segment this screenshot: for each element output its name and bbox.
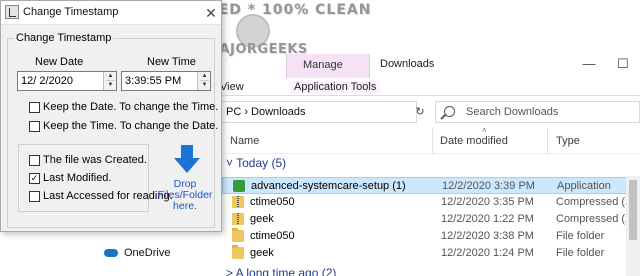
- keep-date-checkbox[interactable]: [29, 102, 40, 113]
- drop-zone[interactable]: Drop Files/Folder here.: [157, 144, 213, 212]
- time-picker[interactable]: 3:39:55 PM ▲ ▼: [121, 71, 211, 91]
- file-row[interactable]: geek 12/2/2020 1:22 PM Compressed (zipp.…: [222, 211, 640, 228]
- file-date: 12/2/2020 3:35 PM: [441, 196, 534, 208]
- address-bar[interactable]: PC › Downloads: [220, 101, 417, 123]
- file-type: File folder: [556, 247, 605, 259]
- keep-time-checkbox[interactable]: [29, 121, 40, 132]
- search-placeholder: Search Downloads: [466, 106, 559, 118]
- new-date-label: New Date: [35, 56, 84, 68]
- file-row[interactable]: geek 12/2/2020 1:24 PM File folder: [222, 245, 640, 262]
- file-name: ctime050: [250, 196, 295, 208]
- file-name: geek: [250, 247, 274, 259]
- window-title: Downloads: [380, 58, 435, 70]
- file-name: ctime050: [250, 230, 295, 242]
- drop-text-line: here.: [173, 200, 197, 212]
- spin-down-icon[interactable]: ▼: [200, 81, 209, 90]
- last-accessed-label[interactable]: Last Accessed for reading.: [43, 190, 173, 202]
- tab-manage[interactable]: Manage: [286, 54, 370, 78]
- down-arrow-icon: [174, 145, 200, 175]
- scrollbar-thumb[interactable]: [629, 180, 637, 240]
- date-picker[interactable]: 12/ 2/2020 ▲ ▼: [17, 71, 117, 91]
- file-type: Application: [557, 180, 611, 192]
- address-row: PC › Downloads ↻ Search Downloads: [220, 98, 640, 126]
- refresh-icon[interactable]: ↻: [410, 101, 430, 123]
- drop-zone-label: Drop Files/Folder here.: [157, 179, 213, 212]
- onedrive-cloud-icon: [104, 249, 118, 257]
- created-label[interactable]: The file was Created.: [43, 154, 147, 166]
- keep-time-label[interactable]: Keep the Time. To change the Date.: [43, 120, 218, 132]
- time-spinner[interactable]: ▲ ▼: [197, 72, 210, 90]
- folder-icon: [232, 228, 244, 242]
- time-value: 3:39:55 PM: [125, 75, 182, 87]
- dialog-titlebar: Change Timestamp ✕: [1, 1, 221, 25]
- file-date: 12/2/2020 1:22 PM: [441, 213, 534, 225]
- search-icon: [444, 106, 455, 117]
- file-date: 12/2/2020 3:38 PM: [441, 230, 534, 242]
- last-accessed-checkbox[interactable]: [29, 191, 40, 202]
- tab-application-tools[interactable]: Application Tools: [290, 81, 381, 93]
- change-timestamp-dialog: Change Timestamp ✕ Change Timestamp New …: [0, 0, 222, 232]
- file-row[interactable]: ctime050 12/2/2020 3:38 PM File folder: [222, 228, 640, 245]
- column-type[interactable]: Type: [556, 135, 580, 147]
- group-header-today[interactable]: ˅ Today (5): [226, 156, 286, 170]
- folder-icon: [232, 245, 244, 259]
- zip-icon: [232, 196, 244, 208]
- minimize-button[interactable]: —: [572, 50, 606, 78]
- ribbon-tabs: View Application Tools: [220, 78, 640, 96]
- file-row[interactable]: advanced-systemcare-setup (1) 12/2/2020 …: [222, 177, 640, 194]
- spin-up-icon[interactable]: ▲: [200, 72, 209, 81]
- keep-date-label[interactable]: Keep the Date. To change the Time.: [43, 101, 218, 113]
- group-header-long-ago[interactable]: ˃ A long time ago (2): [226, 266, 336, 276]
- nav-item-onedrive[interactable]: OneDrive: [124, 247, 170, 259]
- column-date-modified[interactable]: Date modified: [440, 135, 508, 147]
- application-icon: [233, 180, 245, 192]
- vertical-scrollbar[interactable]: [626, 176, 640, 276]
- column-header-row: Name ˄ Date modified Type: [220, 126, 640, 154]
- file-row[interactable]: ctime050 12/2/2020 3:35 PM Compressed (z…: [222, 194, 640, 211]
- date-value: 12/ 2/2020: [21, 75, 73, 87]
- last-modified-label[interactable]: Last Modified.: [43, 172, 111, 184]
- spin-down-icon[interactable]: ▼: [106, 81, 115, 90]
- tab-view[interactable]: View: [220, 81, 244, 93]
- file-type: File folder: [556, 230, 605, 242]
- column-divider[interactable]: [547, 128, 548, 154]
- zip-icon: [232, 213, 244, 225]
- file-name: geek: [250, 213, 274, 225]
- groupbox-label: Change Timestamp: [14, 32, 114, 44]
- app-icon: [5, 5, 19, 19]
- last-modified-checkbox[interactable]: ✓: [29, 173, 40, 184]
- maximize-button[interactable]: ☐: [606, 50, 640, 78]
- new-time-label: New Time: [147, 56, 196, 68]
- date-spinner[interactable]: ▲ ▼: [103, 72, 116, 90]
- sort-caret-icon: ˄: [482, 126, 487, 135]
- file-date: 12/2/2020 3:39 PM: [442, 180, 535, 192]
- close-icon[interactable]: ✕: [201, 3, 221, 23]
- spin-up-icon[interactable]: ▲: [106, 72, 115, 81]
- dialog-title: Change Timestamp: [23, 6, 119, 18]
- search-input[interactable]: Search Downloads: [435, 101, 640, 123]
- column-divider[interactable]: [432, 128, 433, 154]
- file-name: advanced-systemcare-setup (1): [251, 180, 406, 192]
- created-checkbox[interactable]: [29, 155, 40, 166]
- column-name[interactable]: Name: [230, 135, 259, 147]
- file-date: 12/2/2020 1:24 PM: [441, 247, 534, 259]
